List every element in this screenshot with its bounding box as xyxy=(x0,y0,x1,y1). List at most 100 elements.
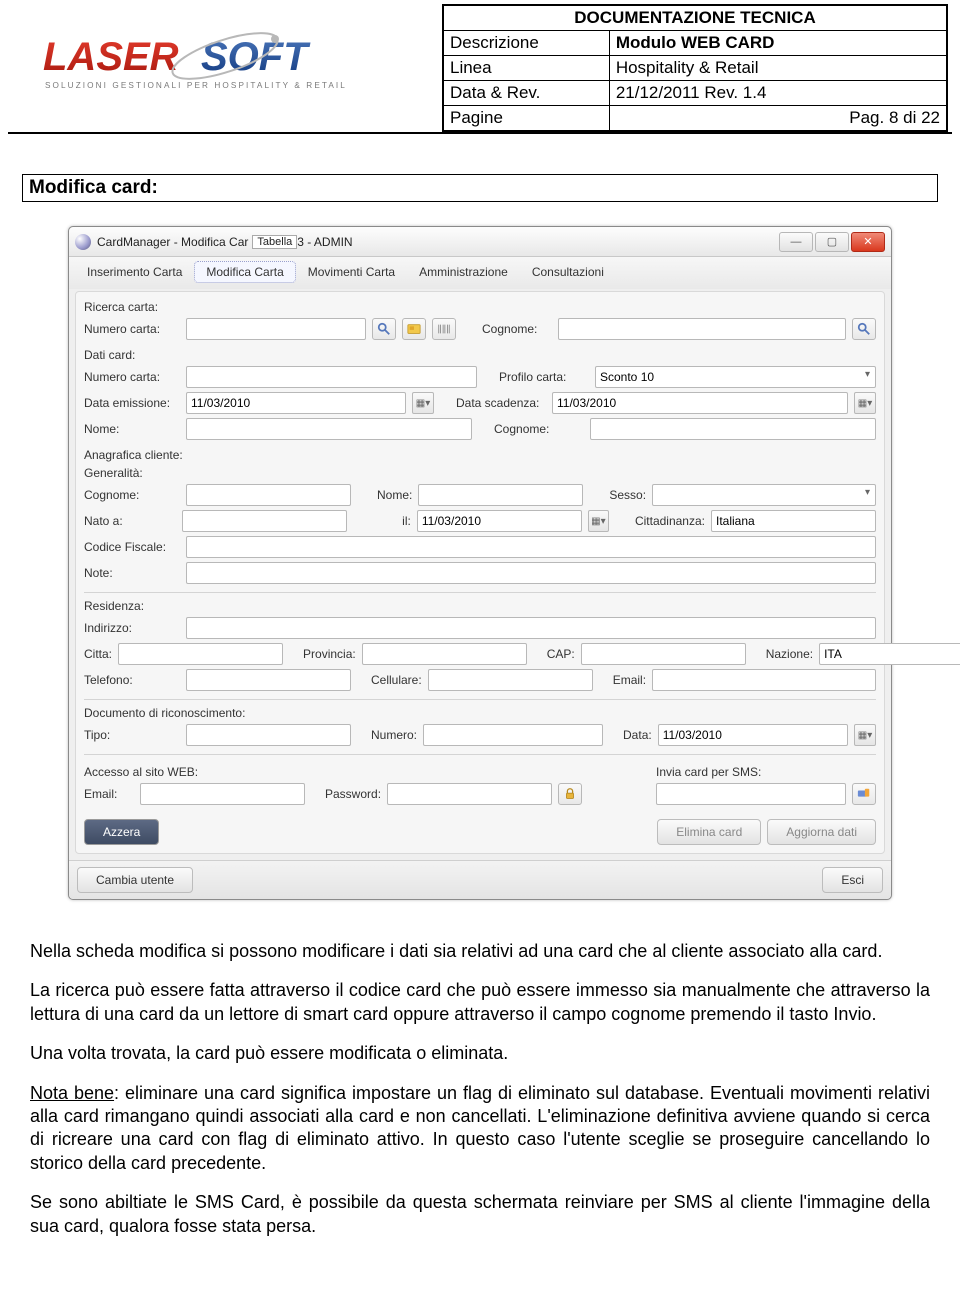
res-provincia-label: Provincia: xyxy=(303,647,356,661)
tab-amministrazione[interactable]: Amministrazione xyxy=(407,261,520,283)
hdr-linea-label: Linea xyxy=(443,56,609,81)
hdr-data-label: Data & Rev. xyxy=(443,81,609,106)
anag-cf-input[interactable] xyxy=(186,536,876,558)
elimina-button[interactable]: Elimina card xyxy=(657,819,761,845)
lock-icon-button[interactable] xyxy=(558,783,582,805)
dati-scadenza-input[interactable] xyxy=(552,392,848,414)
anag-note-label: Note: xyxy=(84,566,180,580)
web-email-input[interactable] xyxy=(140,783,305,805)
calendar-doc-icon[interactable]: ▦▾ xyxy=(854,724,876,746)
anag-note-input[interactable] xyxy=(186,562,876,584)
res-indirizzo-input[interactable] xyxy=(186,617,876,639)
res-citta-input[interactable] xyxy=(118,643,283,665)
tab-consultazioni[interactable]: Consultazioni xyxy=(520,261,616,283)
anag-nome-input[interactable] xyxy=(418,484,583,506)
body-text: Nella scheda modifica si possono modific… xyxy=(30,940,930,1238)
tab-movimenti[interactable]: Movimenti Carta xyxy=(296,261,407,283)
anag-sesso-select[interactable] xyxy=(652,484,876,506)
sms-input[interactable] xyxy=(656,783,846,805)
res-nazione-input[interactable] xyxy=(819,643,960,665)
logo-tagline: SOLUZIONI GESTIONALI PER HOSPITALITY & R… xyxy=(45,81,347,90)
body-p4-rest: : eliminare una card significa impostare… xyxy=(30,1083,930,1173)
hdr-descr-label: Descrizione xyxy=(443,31,609,56)
cambia-utente-button[interactable]: Cambia utente xyxy=(77,867,193,893)
anagrafica-generalita: Generalità: xyxy=(84,466,876,480)
doc-title: DOCUMENTAZIONE TECNICA xyxy=(443,5,947,31)
res-telefono-input[interactable] xyxy=(186,669,351,691)
search-card-icon-button[interactable] xyxy=(372,318,396,340)
web-password-label: Password: xyxy=(325,787,381,801)
res-email-input[interactable] xyxy=(652,669,876,691)
res-cap-input[interactable] xyxy=(581,643,746,665)
group-dati: Dati card: Numero carta: Profilo carta: … xyxy=(84,348,876,440)
chip-card-icon-button[interactable] xyxy=(402,318,426,340)
form-pane: Ricerca carta: Numero carta: Cognome: xyxy=(75,291,885,854)
dati-numero-label: Numero carta: xyxy=(84,370,180,384)
residenza-title: Residenza: xyxy=(84,599,876,613)
anag-citt-input[interactable] xyxy=(711,510,876,532)
web-title: Accesso al sito WEB: xyxy=(84,765,650,779)
window-bottombar: Cambia utente Esci xyxy=(69,860,891,899)
sms-title: Invia card per SMS: xyxy=(656,765,876,779)
dati-nome-input[interactable] xyxy=(186,418,472,440)
hdr-pagine-label: Pagine xyxy=(443,106,609,132)
aggiorna-button[interactable]: Aggiorna dati xyxy=(767,819,876,845)
close-button[interactable]: ✕ xyxy=(851,232,885,252)
group-sms: Invia card per SMS: xyxy=(656,761,876,809)
maximize-button[interactable]: ▢ xyxy=(815,232,849,252)
dati-emissione-label: Data emissione: xyxy=(84,396,180,410)
group-web: Accesso al sito WEB: Email: Password: xyxy=(84,761,650,809)
azzera-button[interactable]: Azzera xyxy=(84,819,159,845)
doc-header-table: DOCUMENTAZIONE TECNICA Descrizione Modul… xyxy=(442,4,948,132)
res-provincia-input[interactable] xyxy=(362,643,527,665)
hdr-descr-value: Modulo WEB CARD xyxy=(609,31,947,56)
hdr-linea-value: Hospitality & Retail xyxy=(609,56,947,81)
barcode-icon-button[interactable] xyxy=(432,318,456,340)
calendar-il-icon[interactable]: ▦▾ xyxy=(588,510,609,532)
send-sms-icon-button[interactable] xyxy=(852,783,876,805)
ricerca-numero-label: Numero carta: xyxy=(84,322,180,336)
ricerca-numero-input[interactable] xyxy=(186,318,366,340)
dati-numero-input[interactable] xyxy=(186,366,477,388)
res-cellulare-input[interactable] xyxy=(428,669,593,691)
group-anagrafica-title: Anagrafica cliente: xyxy=(84,448,876,462)
calendar-emissione-icon[interactable]: ▦▾ xyxy=(412,392,434,414)
tab-inserimento[interactable]: Inserimento Carta xyxy=(75,261,194,283)
anag-cognome-label: Cognome: xyxy=(84,488,180,502)
res-email-label: Email: xyxy=(613,673,646,687)
ricerca-cognome-label: Cognome: xyxy=(482,322,552,336)
ricerca-cognome-input[interactable] xyxy=(558,318,846,340)
group-anagrafica: Anagrafica cliente: Generalità: Cognome:… xyxy=(84,448,876,584)
window-titlebar: CardManager - Modifica Car Tabella 3 - A… xyxy=(69,227,891,257)
logo-planet-icon xyxy=(271,35,279,43)
anag-sesso-label: Sesso: xyxy=(609,488,646,502)
anag-nato-label: Nato a: xyxy=(84,514,176,528)
res-telefono-label: Telefono: xyxy=(84,673,180,687)
dati-emissione-input[interactable] xyxy=(186,392,406,414)
app-icon xyxy=(75,234,91,250)
doc-numero-input[interactable] xyxy=(423,724,603,746)
anag-cognome-input[interactable] xyxy=(186,484,351,506)
tab-modifica[interactable]: Modifica Carta xyxy=(194,261,295,283)
group-documento: Documento di riconoscimento: Tipo: Numer… xyxy=(84,706,876,746)
web-password-input[interactable] xyxy=(387,783,552,805)
doc-tipo-input[interactable] xyxy=(186,724,351,746)
window-title-prefix: CardManager - Modifica Car xyxy=(97,235,248,249)
anag-il-input[interactable] xyxy=(417,510,582,532)
dati-cognome-input[interactable] xyxy=(590,418,876,440)
doc-data-input[interactable] xyxy=(658,724,848,746)
body-p2: La ricerca può essere fatta attraverso i… xyxy=(30,979,930,1026)
logo-text-laser: LASER xyxy=(43,35,179,79)
anag-citt-label: Cittadinanza: xyxy=(635,514,705,528)
minimize-button[interactable]: — xyxy=(779,232,813,252)
dati-profilo-select[interactable] xyxy=(595,366,876,388)
body-p4: Nota bene: eliminare una card significa … xyxy=(30,1082,930,1176)
web-email-label: Email: xyxy=(84,787,134,801)
calendar-scadenza-icon[interactable]: ▦▾ xyxy=(854,392,876,414)
res-cap-label: CAP: xyxy=(547,647,575,661)
res-cellulare-label: Cellulare: xyxy=(371,673,422,687)
anag-nato-input[interactable] xyxy=(182,510,347,532)
esci-button[interactable]: Esci xyxy=(822,867,883,893)
search-surname-icon-button[interactable] xyxy=(852,318,876,340)
body-p3: Una volta trovata, la card può essere mo… xyxy=(30,1042,930,1065)
